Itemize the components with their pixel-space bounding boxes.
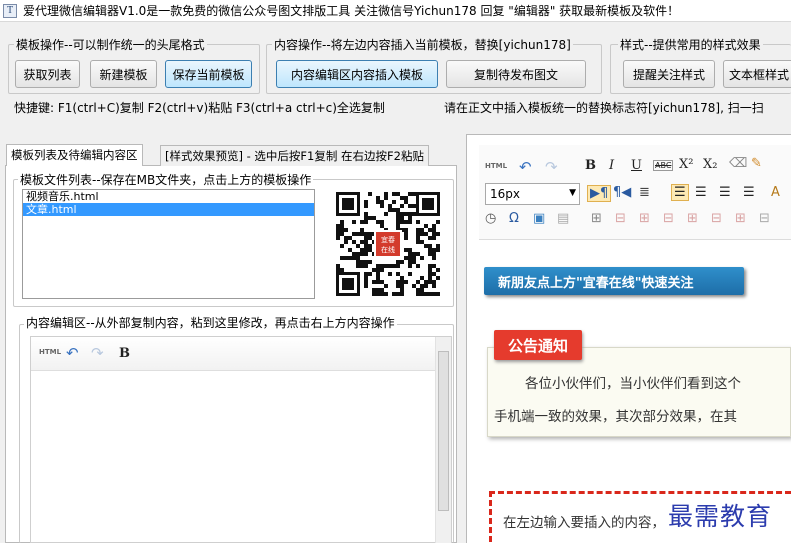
content-editor[interactable]: HTML ↶ ↷ B [30,336,452,543]
delete-row-icon[interactable]: ⊟ [663,211,674,226]
strikethrough-icon[interactable]: ABC [653,160,674,171]
clock-icon[interactable]: ◷ [485,211,496,226]
align-center-icon[interactable]: ☰ [695,185,707,200]
bold-icon[interactable]: B [585,158,596,173]
template-ops-label: 模板操作--可以制作统一的头尾格式 [14,36,207,53]
image-icon[interactable]: ▣ [533,211,545,226]
save-template-button[interactable]: 保存当前模板 [165,60,252,88]
bold-icon[interactable]: B [119,346,130,361]
indent-icon[interactable]: ≣ [639,185,650,200]
qr-badge-text-1: 宜春 [381,235,395,244]
content-ops-label: 内容操作--将左边内容插入当前模板，替换[yichun178] [272,36,573,53]
merge-cells-icon[interactable]: ⊞ [735,211,746,226]
text-color-icon[interactable]: A [771,185,780,200]
file-item-article[interactable]: 文章.html [23,203,314,216]
notice-tag: 公告通知 [494,330,582,360]
align-left-icon[interactable]: ☰ [671,184,689,201]
template-icon[interactable]: ▤ [557,211,569,226]
font-size-select[interactable]: 16px ▼ [485,183,580,205]
window-title: 爱代理微信编辑器V1.0是一款免费的微信公众号图文排版工具 关注微信号Yichu… [23,4,680,18]
redo-icon[interactable]: ↷ [91,344,104,362]
subscript-icon[interactable]: X₂ [703,157,717,172]
split-cells-icon[interactable]: ⊟ [759,211,770,226]
table-props-icon[interactable]: ⊟ [615,211,626,226]
eraser-icon[interactable]: ⌫ [729,156,747,171]
html-icon[interactable]: HTML [39,348,61,356]
insert-row-icon[interactable]: ⊞ [639,211,650,226]
shortcut-hint: 快捷键: F1(ctrl+C)复制 F2(ctrl+v)粘贴 F3(ctrl+a… [14,101,385,115]
file-item-video[interactable]: 视频音乐.html [23,190,314,203]
qr-code: 宜春 在线 [332,188,444,300]
align-right-icon[interactable]: ☰ [719,185,731,200]
insert-col-icon[interactable]: ⊞ [687,211,698,226]
new-template-button[interactable]: 新建模板 [90,60,157,88]
template-file-list[interactable]: 视频音乐.html 文章.html [22,189,315,299]
follow-style-button[interactable]: 提醒关注样式 [623,60,715,88]
editor-scrollbar[interactable] [435,337,451,543]
omega-icon[interactable]: Ω [509,211,519,226]
italic-icon[interactable]: I [609,158,614,173]
notice-line-1: 各位小伙伴们，当小伙伴们看到这个 [525,376,741,392]
table-icon[interactable]: ⊞ [591,211,602,226]
dashed-textbox-text: 在左边输入要插入的内容， [503,515,665,531]
font-size-value: 16px [490,187,520,201]
chevron-down-icon: ▼ [569,188,576,198]
underline-icon[interactable]: U [631,158,642,173]
ltr-icon[interactable]: ▶¶ [587,185,612,202]
brush-icon[interactable]: ✎ [751,156,762,171]
tab-template-list[interactable]: 模板列表及待编辑内容区 [6,144,143,166]
title-bar: T 爱代理微信编辑器V1.0是一款免费的微信公众号图文排版工具 关注微信号Yic… [0,0,791,22]
superscript-icon[interactable]: X² [679,157,693,172]
html-source-icon[interactable]: HTML [485,162,507,170]
mini-toolbar: HTML ↶ ↷ B [31,337,436,371]
rich-text-toolbar: HTML ↶ ↷ B I U ABC X² X₂ ⌫ ✎ 16px ▼ ▶¶ ¶… [479,145,791,240]
insert-content-button[interactable]: 内容编辑区内容插入模板 [276,60,438,88]
scrollbar-thumb[interactable] [438,351,449,511]
watermark: 最需教育 [668,502,773,531]
app-icon: T [3,3,17,18]
textbox-style-button[interactable]: 文本框样式 [723,60,791,88]
placeholder-hint: 请在正文中插入模板统一的替换标志符[yichun178], 扫一扫 [444,101,764,115]
style-ops-label: 样式--提供常用的样式效果 [618,36,763,53]
delete-col-icon[interactable]: ⊟ [711,211,722,226]
editor-label: 内容编辑区--从外部复制内容，粘到这里修改，再点击右上方内容操作 [24,314,397,331]
file-list-label: 模板文件列表--保存在MB文件夹，点击上方的模板操作 [18,171,314,188]
qr-badge-text-2: 在线 [381,245,395,254]
copy-publish-button[interactable]: 复制待发布图文 [446,60,586,88]
redo-icon[interactable]: ↷ [545,158,558,176]
notice-line-2: 手机端一致的效果，其次部分效果，在其 [494,409,737,425]
follow-banner: 新朋友点上方"宜春在线"快速关注 [484,267,744,295]
rtl-icon[interactable]: ¶◀ [613,185,631,200]
tab-style-preview[interactable]: [样式效果预览] - 选中后按F1复制 在右边按F2粘贴 [160,145,429,166]
undo-icon[interactable]: ↶ [66,344,79,362]
undo-icon[interactable]: ↶ [519,158,532,176]
align-justify-icon[interactable]: ☰ [743,185,755,200]
get-list-button[interactable]: 获取列表 [15,60,80,88]
